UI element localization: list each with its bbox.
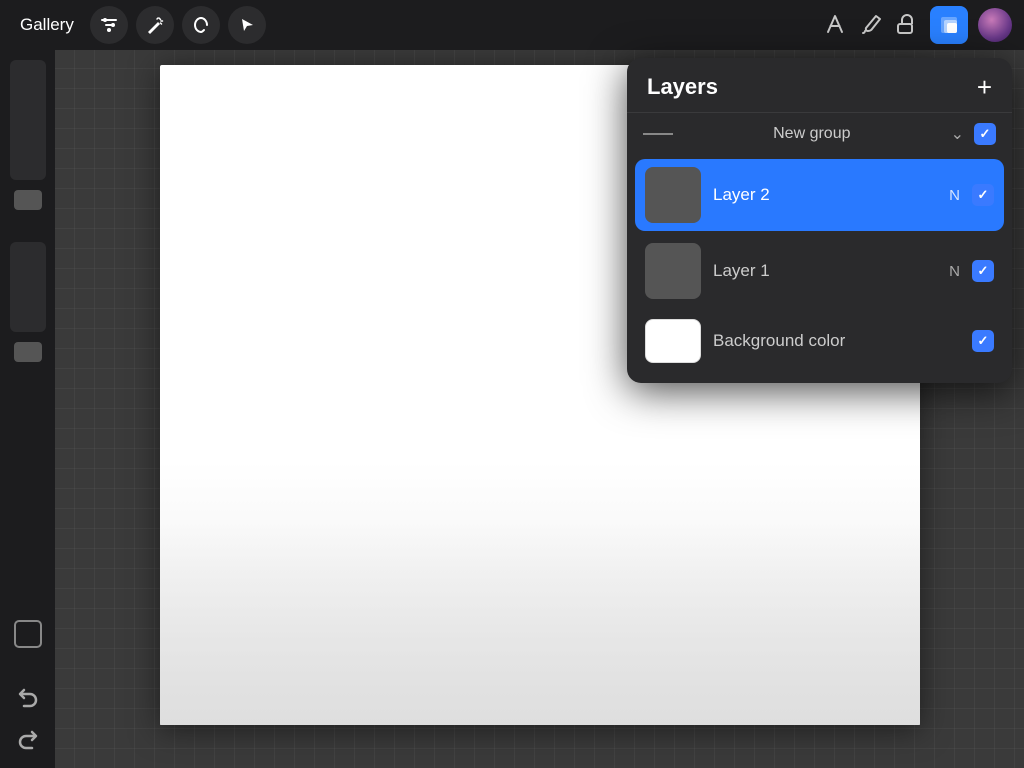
adjust-tool-button[interactable] [90,6,128,44]
color-picker-button[interactable] [978,8,1012,42]
layer-1-name: Layer 1 [713,261,937,281]
layer-1-thumbnail [645,243,701,299]
group-line-icon [643,133,673,135]
eraser-tool-button[interactable] [894,12,920,38]
top-toolbar: Gallery [0,0,1024,50]
layer-2-mode[interactable]: N [949,187,960,204]
toolbar-left: Gallery [12,6,266,44]
size-slider[interactable] [14,190,42,210]
layer-1-mode[interactable]: N [949,263,960,280]
selection-tool-button[interactable] [228,6,266,44]
layers-panel-button[interactable] [930,6,968,44]
background-color-row[interactable]: Background color [635,311,1004,371]
background-color-thumbnail [645,319,701,363]
layers-header: Layers + [627,58,1012,112]
group-visibility-checkbox[interactable] [974,123,996,145]
opacity-slider[interactable] [14,342,42,362]
layer-2-name: Layer 2 [713,185,937,205]
smudge-tool-button[interactable] [182,6,220,44]
brush-tool-button[interactable] [858,12,884,38]
redo-button[interactable] [10,722,46,758]
layers-panel: Layers + New group ⌄ Layer 2 N Layer 1 N… [627,58,1012,383]
layer-2-row[interactable]: Layer 2 N [635,159,1004,231]
layers-title: Layers [647,74,718,100]
layer-2-visibility-checkbox[interactable] [972,184,994,206]
opacity-control[interactable] [10,242,46,332]
background-visibility-checkbox[interactable] [972,330,994,352]
layer-2-thumbnail [645,167,701,223]
left-sidebar [0,50,55,768]
brush-size-control[interactable] [10,60,46,180]
group-chevron-button[interactable]: ⌄ [951,124,964,144]
layer-group-row[interactable]: New group ⌄ [627,112,1012,155]
layer-1-row[interactable]: Layer 1 N [635,235,1004,307]
group-label: New group [683,125,941,143]
shape-tool-button[interactable] [14,620,42,648]
layer-1-visibility-checkbox[interactable] [972,260,994,282]
gallery-button[interactable]: Gallery [12,11,82,39]
toolbar-right [822,6,1012,44]
pen-tool-button[interactable] [822,12,848,38]
background-color-label: Background color [713,331,960,351]
magic-tool-button[interactable] [136,6,174,44]
undo-button[interactable] [10,680,46,716]
add-layer-button[interactable]: + [977,74,992,100]
